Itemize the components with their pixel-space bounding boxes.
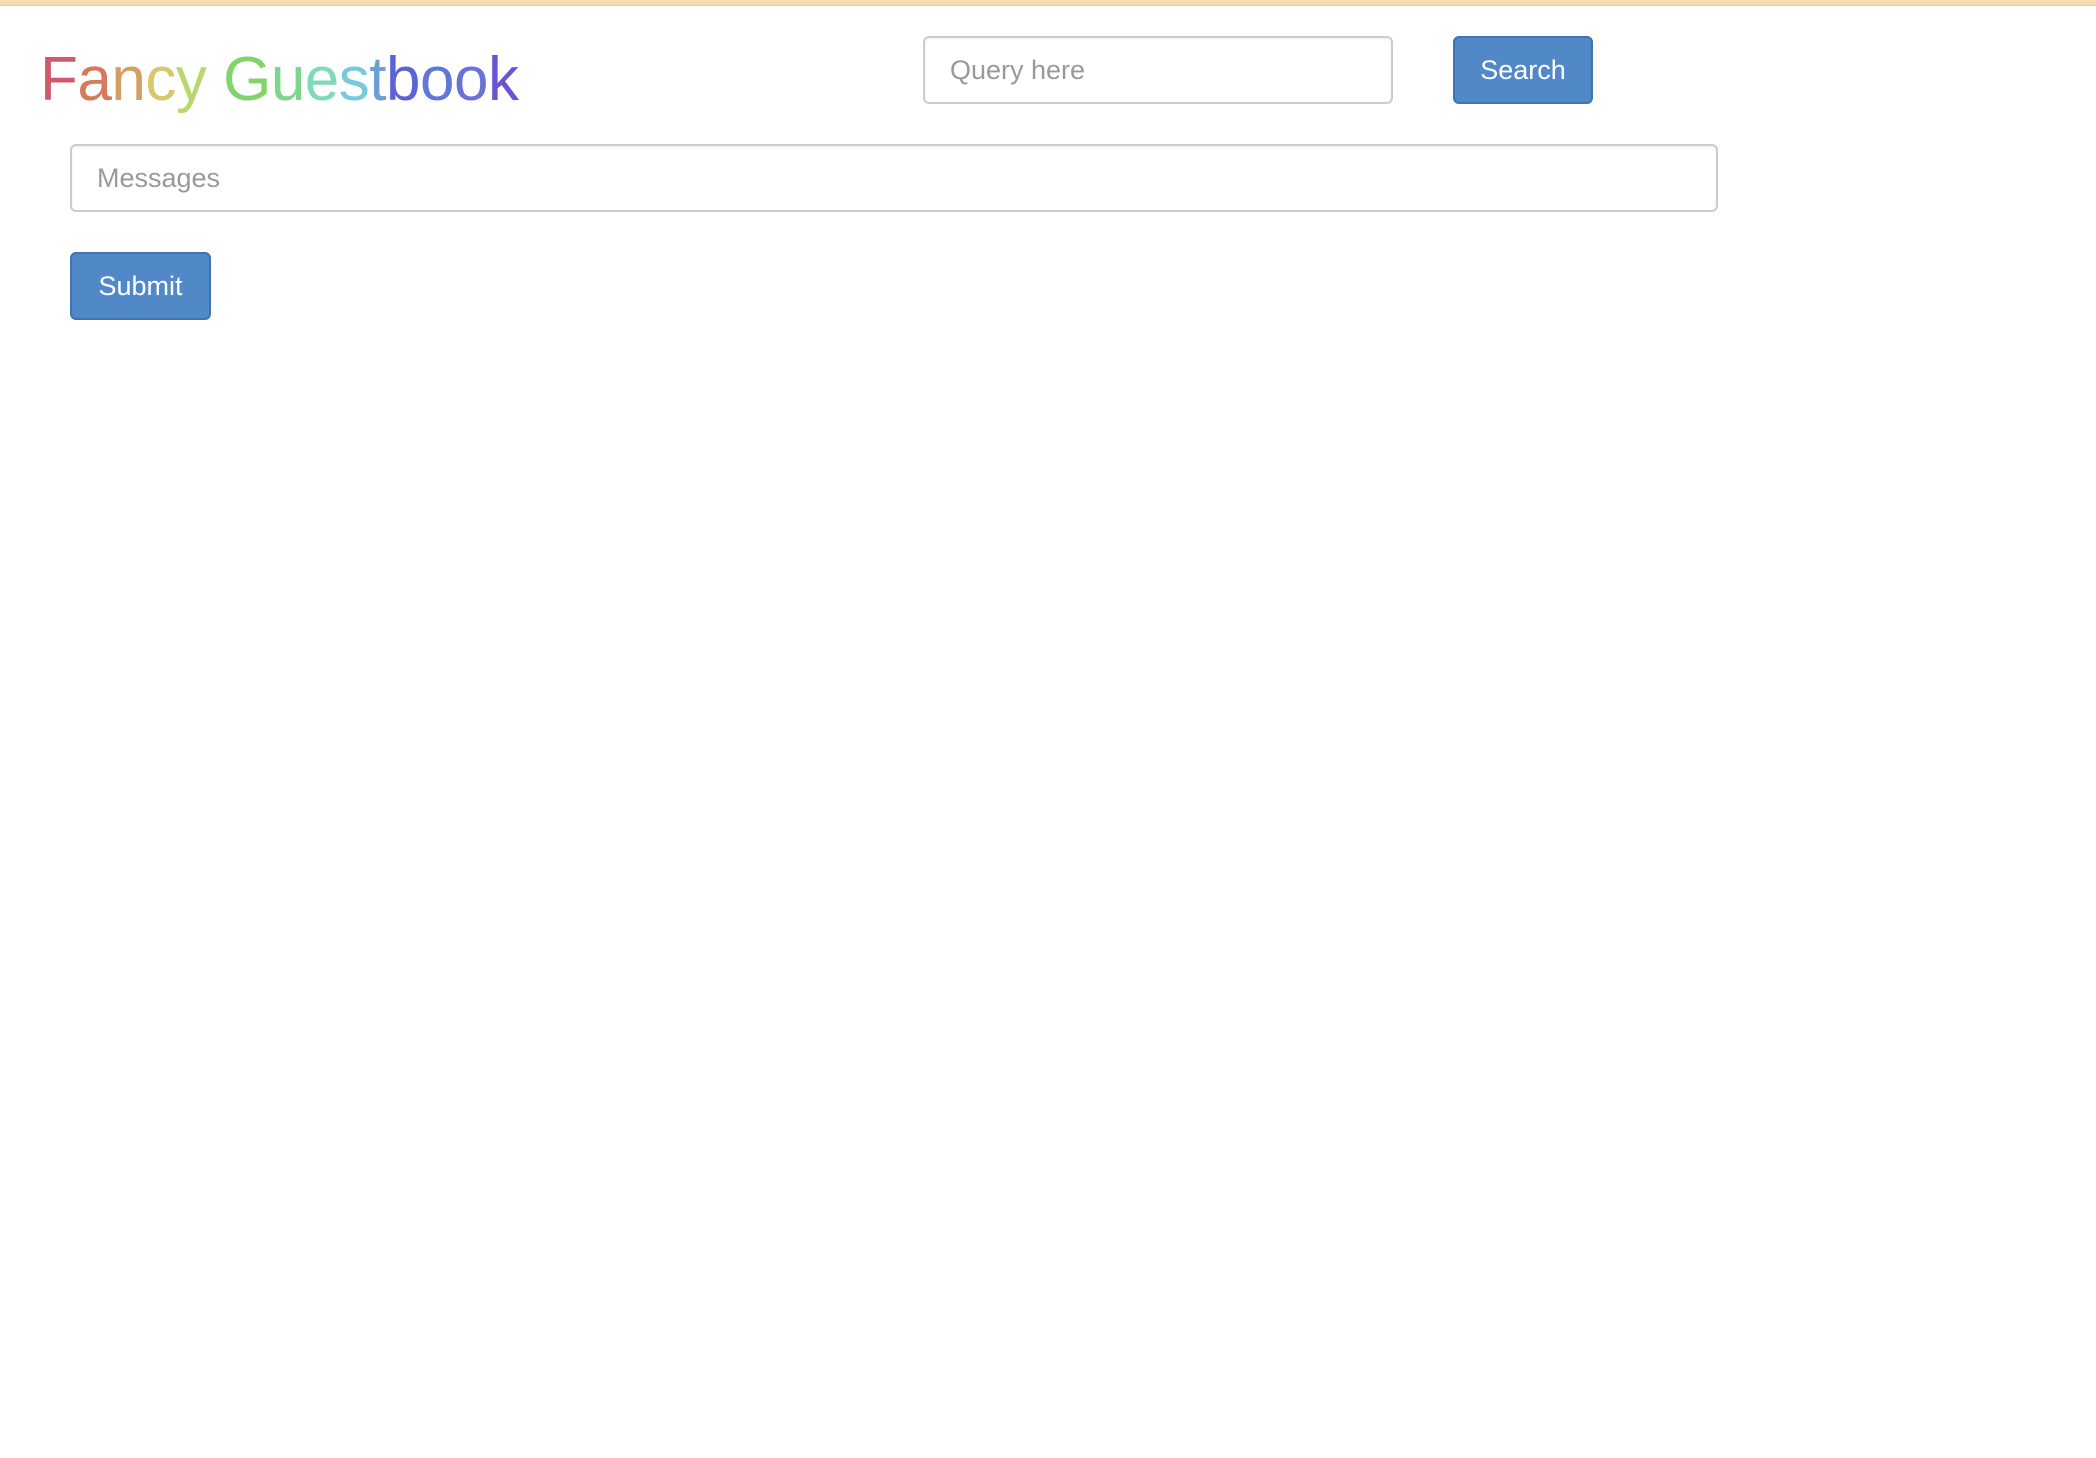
title-letter: n <box>111 45 146 114</box>
title-letter: y <box>175 45 207 114</box>
title-letter: o <box>453 45 488 114</box>
title-letter: G <box>223 45 271 114</box>
title-letter: s <box>338 45 370 114</box>
search-input[interactable] <box>923 36 1393 104</box>
title-letter: t <box>369 45 387 114</box>
title-letter: o <box>420 45 454 114</box>
search-button[interactable]: Search <box>1453 36 1593 104</box>
title-letter: b <box>386 45 420 114</box>
title-space <box>206 45 223 114</box>
title-letter: c <box>145 45 176 114</box>
title-letter: e <box>304 45 339 114</box>
title-letter: F <box>40 45 78 114</box>
top-border-strip <box>0 0 2096 6</box>
title-letter: a <box>77 45 112 114</box>
submit-button[interactable]: Submit <box>70 252 211 320</box>
title-letter: u <box>270 45 305 114</box>
app-title: Fancy Guestbook <box>40 40 519 120</box>
title-letter: k <box>487 45 519 114</box>
message-input[interactable] <box>70 144 1718 212</box>
